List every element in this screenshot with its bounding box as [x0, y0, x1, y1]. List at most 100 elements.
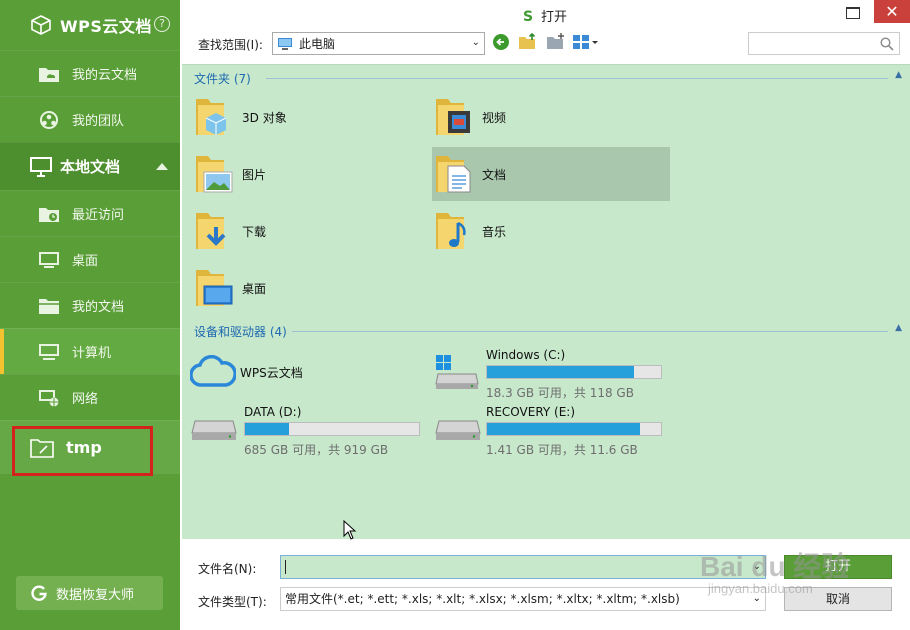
drive-item-data-d[interactable]: DATA (D:) 685 GB 可用，共 919 GB — [190, 405, 426, 459]
sidebar-item-label: 计算机 — [72, 346, 112, 361]
folder-name: 文档 — [482, 167, 507, 182]
folder-name: 图片 — [242, 167, 267, 182]
dialog-title-text: 打开 — [541, 10, 568, 25]
up-folder-button[interactable] — [518, 32, 538, 53]
sidebar-item-label: 我的云文档 — [72, 68, 138, 83]
search-input[interactable] — [748, 32, 900, 55]
drive-space-info: 1.41 GB 可用，共 11.6 GB — [486, 443, 638, 457]
back-button[interactable] — [492, 33, 512, 53]
drive-usage-bar — [486, 422, 662, 436]
mouse-cursor-icon — [343, 519, 357, 543]
lookin-select[interactable]: 此电脑 ⌄ — [272, 32, 485, 55]
g-logo-icon — [30, 584, 48, 602]
open-button[interactable]: 打开 — [784, 555, 892, 579]
new-folder-button[interactable] — [546, 33, 566, 53]
sidebar-brand[interactable]: WPS云文档 ? — [0, 0, 180, 50]
up-folder-icon — [519, 32, 536, 49]
filetype-label: 文件类型(T): — [198, 595, 267, 609]
hard-drive-icon — [190, 419, 238, 443]
dialog-footer: 文件名(N): ⌄ 打开 文件类型(T): 常用文件(*.et; *.ett; … — [180, 540, 910, 630]
network-icon — [38, 389, 60, 407]
lookin-value: 此电脑 — [299, 37, 336, 51]
sidebar-item-label: 我的团队 — [72, 114, 125, 129]
cube-icon — [30, 14, 52, 36]
folder-item-downloads[interactable]: 下载 — [194, 204, 424, 258]
sidebar: WPS云文档 ? 我的云文档 我的团队 本地文档 最近访问 桌面 我的文档 计算… — [0, 0, 180, 630]
sidebar-item-label: 我的文档 — [72, 300, 125, 315]
folder-item-pictures[interactable]: 图片 — [194, 147, 424, 201]
filename-input[interactable]: ⌄ — [280, 555, 766, 579]
sidebar-item-computer[interactable]: 计算机 — [0, 328, 180, 374]
folder-name: 3D 对象 — [242, 110, 287, 125]
folders-group-header[interactable]: 文件夹 (7) — [194, 68, 251, 88]
recent-folder-icon — [38, 205, 60, 223]
chevron-up-icon[interactable]: ▲ — [895, 323, 902, 333]
filetype-select[interactable]: 常用文件(*.et; *.ett; *.xls; *.xlt; *.xlsx; … — [280, 587, 766, 611]
cloud-folder-icon — [38, 65, 60, 83]
close-button[interactable]: ✕ — [874, 0, 910, 23]
view-menu-button[interactable] — [572, 33, 602, 53]
cancel-button[interactable]: 取消 — [784, 587, 892, 611]
computer-icon — [38, 343, 60, 361]
text-caret — [285, 560, 286, 574]
maximize-button[interactable] — [846, 7, 860, 19]
folder-item-documents[interactable]: 文档 — [432, 147, 670, 201]
drive-item-wps-cloud[interactable]: WPS云文档 — [190, 345, 420, 399]
new-folder-icon — [547, 33, 564, 49]
title-bar[interactable]: S 打开 ✕ — [180, 0, 910, 30]
drive-space-info: 18.3 GB 可用，共 118 GB — [486, 386, 634, 400]
drive-item-recovery-e[interactable]: RECOVERY (E:) 1.41 GB 可用，共 11.6 GB — [434, 405, 670, 459]
sidebar-item-label: 最近访问 — [72, 208, 125, 223]
drive-space-info: 685 GB 可用，共 919 GB — [244, 443, 389, 457]
chevron-up-icon[interactable]: ▲ — [895, 70, 902, 80]
collapse-arrow-icon[interactable] — [156, 163, 168, 170]
folder-item-3d-objects[interactable]: 3D 对象 — [194, 90, 424, 144]
sidebar-item-tmp[interactable]: tmp — [0, 420, 180, 474]
sidebar-item-label: 桌面 — [72, 254, 99, 269]
chevron-down-icon[interactable]: ⌄ — [753, 561, 761, 572]
search-icon[interactable] — [880, 37, 894, 54]
drive-item-windows-c[interactable]: Windows (C:) 18.3 GB 可用，共 118 GB — [434, 348, 670, 402]
drive-usage-fill — [245, 423, 290, 435]
music-folder-icon — [434, 209, 474, 253]
3d-objects-folder-icon — [194, 95, 234, 139]
team-icon — [38, 110, 60, 130]
monitor-icon — [30, 156, 52, 177]
sidebar-item-recent[interactable]: 最近访问 — [0, 190, 180, 236]
data-recovery-button[interactable]: 数据恢复大师 — [16, 576, 163, 610]
windows-drive-icon — [434, 354, 480, 390]
sidebar-group-local[interactable]: 本地文档 — [0, 142, 180, 190]
drive-usage-fill — [487, 423, 640, 435]
hard-drive-icon — [434, 419, 482, 443]
wps-cloud-icon — [190, 355, 236, 389]
drive-usage-bar — [486, 365, 662, 379]
videos-folder-icon — [434, 95, 474, 139]
documents-folder-icon — [434, 152, 474, 196]
sidebar-item-my-documents[interactable]: 我的文档 — [0, 282, 180, 328]
sidebar-item-network[interactable]: 网络 — [0, 374, 180, 420]
folder-name: 下载 — [242, 224, 267, 239]
sidebar-item-label: tmp — [66, 438, 102, 457]
dialog-title: S 打开 — [180, 6, 910, 25]
sidebar-item-label: 网络 — [72, 392, 99, 407]
drives-group-header[interactable]: 设备和驱动器 (4) — [194, 321, 287, 341]
help-icon[interactable]: ? — [154, 16, 170, 32]
back-arrow-icon — [493, 34, 509, 50]
brand-title: WPS云文档 — [60, 17, 152, 36]
folder-item-music[interactable]: 音乐 — [434, 204, 670, 258]
drive-name: DATA (D:) — [244, 405, 302, 419]
folder-name: 视频 — [482, 110, 507, 125]
sidebar-group-label: 本地文档 — [60, 158, 121, 176]
open-dialog: S 打开 ✕ 查找范围(I): 此电脑 ⌄ 文件夹 (7) ▲ 3D 对象 视频… — [180, 0, 910, 630]
sidebar-item-my-team[interactable]: 我的团队 — [0, 96, 180, 142]
folder-item-videos[interactable]: 视频 — [434, 90, 670, 144]
sidebar-item-my-cloud[interactable]: 我的云文档 — [0, 50, 180, 96]
pictures-folder-icon — [194, 152, 234, 196]
folder-item-desktop[interactable]: 桌面 — [194, 261, 424, 315]
group-divider — [266, 78, 888, 79]
folder-name: 桌面 — [242, 281, 267, 296]
drive-usage-fill — [487, 366, 635, 378]
filetype-value: 常用文件(*.et; *.ett; *.xls; *.xlt; *.xlsx; … — [285, 592, 680, 606]
sidebar-item-desktop[interactable]: 桌面 — [0, 236, 180, 282]
filename-label: 文件名(N): — [198, 562, 257, 576]
